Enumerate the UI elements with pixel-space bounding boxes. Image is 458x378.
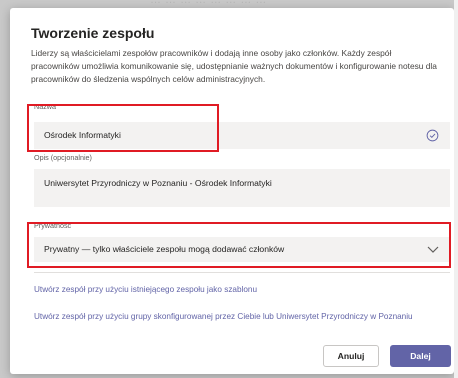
backdrop-text: … … … … … … … … (150, 0, 267, 6)
description-label: Opis (opcjonalnie) (34, 153, 92, 162)
privacy-label: Prywatność (34, 221, 72, 230)
chevron-down-icon[interactable] (427, 244, 439, 254)
next-button[interactable]: Dalej (390, 345, 451, 367)
check-circle-icon (426, 129, 439, 142)
create-from-team-link[interactable]: Utwórz zespół przy użyciu istniejącego z… (34, 284, 434, 296)
backdrop-edge (454, 0, 458, 378)
dialog-description: Liderzy są właścicielami zespołów pracow… (31, 48, 437, 84)
name-label: Nazwa (34, 102, 56, 111)
team-name-value: Ośrodek Informatyki (44, 130, 121, 140)
create-from-group-link[interactable]: Utwórz zespół przy użyciu grupy skonfigu… (34, 311, 418, 323)
team-name-input[interactable]: Ośrodek Informatyki (34, 122, 450, 149)
divider (34, 272, 450, 273)
cancel-button[interactable]: Anuluj (323, 345, 379, 367)
team-description-value: Uniwersytet Przyrodniczy w Poznaniu - Oś… (44, 178, 272, 188)
create-team-dialog: Tworzenie zespołu Liderzy są właściciela… (10, 8, 454, 374)
team-description-input[interactable]: Uniwersytet Przyrodniczy w Poznaniu - Oś… (34, 169, 450, 207)
privacy-dropdown[interactable]: Prywatny — tylko właściciele zespołu mog… (34, 237, 450, 262)
privacy-selected-value: Prywatny — tylko właściciele zespołu mog… (44, 244, 285, 254)
dialog-title: Tworzenie zespołu (31, 25, 155, 41)
